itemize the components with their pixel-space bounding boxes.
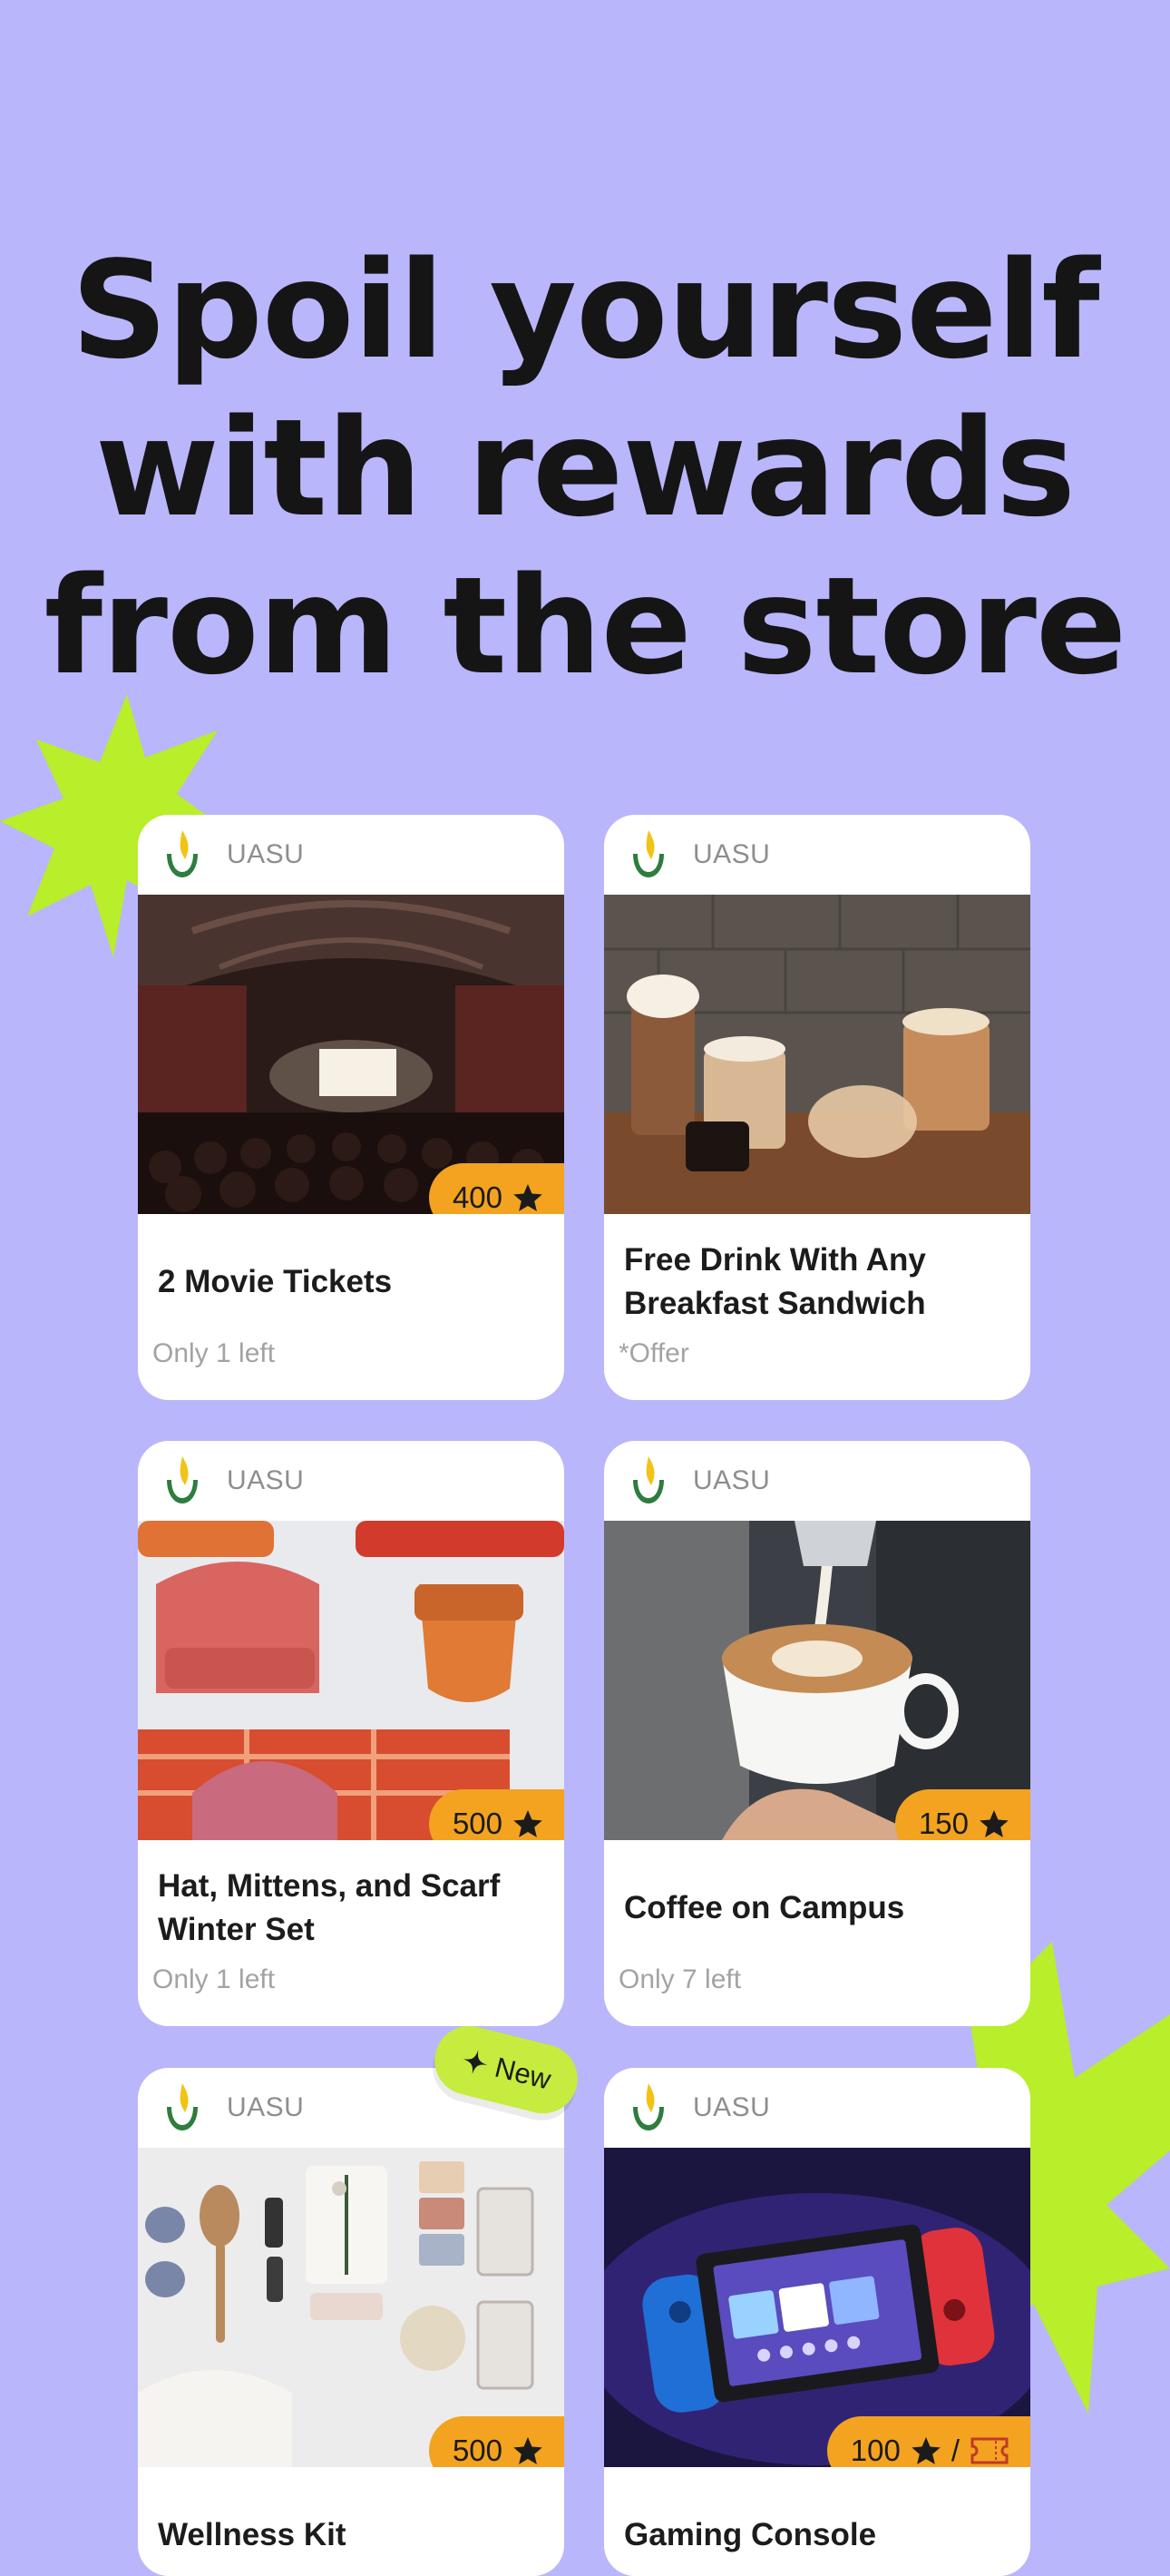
coffee-drinks-image [604,895,1030,1214]
points-price-badge: 150 [894,1789,1030,1840]
reward-title: Coffee on Campus [624,1890,905,1925]
winter-knits-image: 500 [138,1521,564,1840]
flame-logo-icon [167,2083,198,2130]
offer-note: *Offer [619,1338,689,1368]
latte-art-image: 150 [604,1521,1030,1840]
card-header: UASU [604,815,1030,895]
flame-logo-icon [633,1456,664,1503]
stock-note: Only 7 left [619,1964,742,1994]
brand-name: UASU [227,1465,305,1495]
flame-logo-icon [633,2083,664,2130]
star-icon [513,1184,542,1211]
new-badge-label: New [492,2051,554,2096]
reward-card-free-drink[interactable]: UASU Free Drink With Any Breakfast Sandw… [604,815,1030,1400]
movie-theater-image: 400 [138,895,564,1214]
sparkle-icon [463,2050,488,2074]
points-value: 150 [918,1807,969,1840]
wellness-items-image: 500 [138,2148,564,2467]
stock-note: Only 1 left [152,1338,276,1368]
brand-name: UASU [227,839,305,869]
star-icon [513,1810,542,1837]
points-value: 100 [850,2434,901,2467]
handheld-console-image: 100 / [604,2148,1030,2467]
headline-line-2: with rewards [94,390,1076,546]
reward-title: 2 Movie Tickets [158,1264,393,1299]
brand-name: UASU [227,2092,305,2122]
points-value: 500 [452,2434,502,2467]
page-headline: Spoil yourself with rewards from the sto… [0,231,1170,705]
card-header: UASU [604,2068,1030,2148]
card-header: UASU [138,1441,564,1521]
reward-card-wellness-kit[interactable]: UASU 500 Wellness Kit [138,2068,564,2576]
star-icon [513,2437,542,2464]
points-price-badge: 100 / [826,2416,1030,2467]
price-separator: / [951,2434,960,2467]
reward-title: Wellness Kit [158,2517,346,2552]
card-header: UASU [604,1441,1030,1521]
reward-card-winter-set[interactable]: UASU 500 Hat, Mittens, and Scarf Winter … [138,1441,564,2026]
flame-logo-icon [167,830,198,877]
stock-note: Only 1 left [152,1964,276,1994]
reward-title: Hat, Mittens, and Scarf Winter Set [158,1868,501,1947]
points-price-badge: 500 [428,1789,564,1840]
brand-name: UASU [693,2092,771,2122]
flame-logo-icon [633,830,664,877]
points-price-badge: 500 [428,2416,564,2467]
points-value: 500 [452,1807,502,1840]
reward-card-gaming-console[interactable]: UASU 100 / Gaming Console [604,2068,1030,2576]
card-header: UASU [138,815,564,895]
points-price-badge: 400 [428,1163,564,1214]
headline-line-1: Spoil yourself [71,232,1099,388]
headline-line-3: from the store [44,548,1127,704]
reward-title: Free Drink With Any Breakfast Sandwich [624,1242,926,1321]
ticket-icon [970,2437,1009,2464]
flame-logo-icon [167,1456,198,1503]
brand-name: UASU [693,839,771,869]
brand-name: UASU [693,1465,771,1495]
reward-card-movie-tickets[interactable]: UASU 400 2 Movie Tickets Only 1 left [138,815,564,1400]
points-value: 400 [452,1180,502,1214]
reward-card-coffee-on-campus[interactable]: UASU 150 Coffee on Campus Only 7 left [604,1441,1030,2026]
star-icon [980,1810,1009,1837]
star-icon [912,2437,941,2464]
reward-title: Gaming Console [624,2517,877,2552]
